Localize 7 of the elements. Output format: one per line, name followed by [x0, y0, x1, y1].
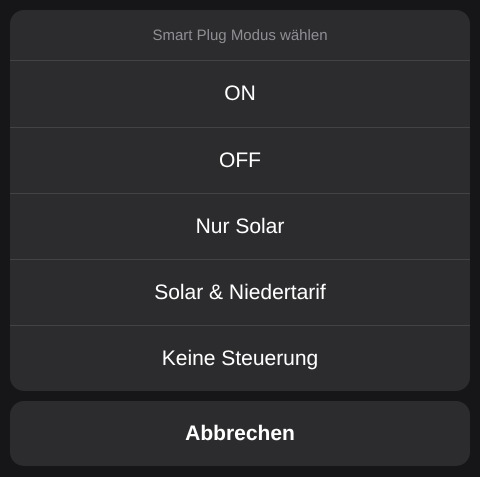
option-button[interactable]: Solar & Niedertarif [10, 259, 470, 325]
option-button[interactable]: Keine Steuerung [10, 325, 470, 391]
option-button[interactable]: Nur Solar [10, 193, 470, 259]
cancel-button[interactable]: Abbrechen [10, 401, 470, 466]
option-button[interactable]: OFF [10, 127, 470, 193]
sheet-title: Smart Plug Modus wählen [10, 10, 470, 61]
option-button[interactable]: ON [10, 61, 470, 127]
